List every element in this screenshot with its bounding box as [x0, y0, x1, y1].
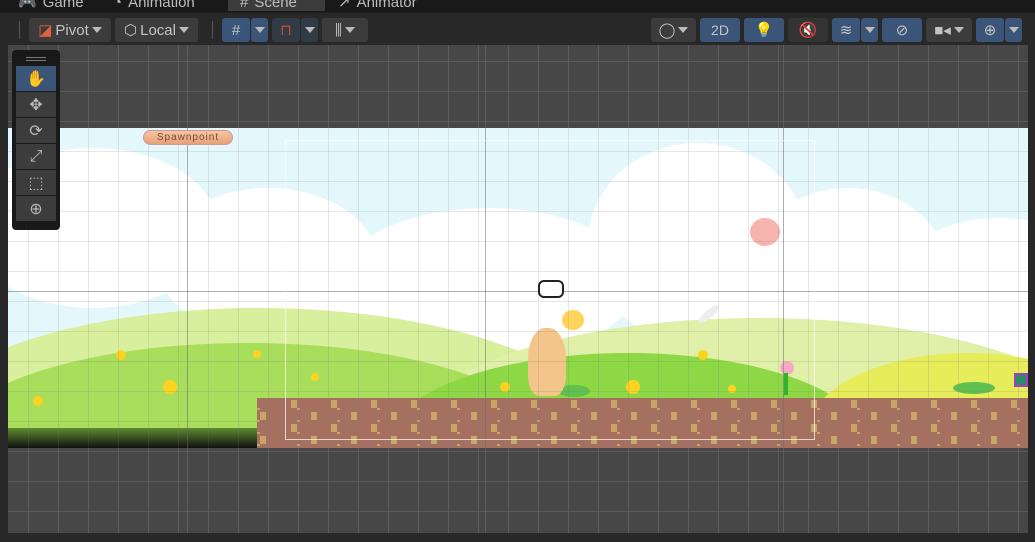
bottom-border: [0, 533, 1035, 542]
chevron-down-icon: [953, 27, 964, 33]
scene-visibility-toggle[interactable]: ⊘: [882, 18, 922, 42]
clock-icon: ◔: [113, 0, 123, 11]
shading-mode-dropdown[interactable]: ◯: [651, 18, 696, 42]
gizmos-dropdown[interactable]: [1005, 18, 1022, 42]
chevron-down-icon: [1008, 27, 1019, 33]
grid-y-icon: #: [231, 21, 241, 39]
tab-game[interactable]: 🎮 Game: [18, 0, 84, 11]
transform-icon: ⊕: [29, 200, 43, 218]
grid-snap-toggle[interactable]: #: [222, 18, 250, 42]
camera-dropdown[interactable]: ■◂: [926, 18, 972, 42]
camera-icon: ■◂: [934, 22, 951, 39]
grid-axis-line: [187, 45, 188, 533]
eye-slash-icon: ⊘: [895, 22, 909, 39]
grid-snap-dropdown[interactable]: [251, 18, 268, 42]
tool-palette: ✋ ✥ ⟳ ⤢ ⬚ ⊕: [12, 50, 60, 230]
scale-icon: ⤢: [29, 147, 43, 165]
ruler-icon: ⫼: [335, 21, 342, 39]
flower: [253, 350, 261, 358]
local-dropdown[interactable]: ⬡ Local: [115, 18, 198, 42]
tab-scene[interactable]: # Scene: [228, 0, 325, 11]
flower: [116, 350, 126, 360]
scene-viewport[interactable]: Spawnpoint: [8, 45, 1028, 533]
window-tab-bar: 🎮 Game ◔ Animation # Scene ↗ Animator: [0, 0, 1035, 12]
hash-icon: #: [240, 0, 249, 11]
rect-transform-icon: ⬚: [28, 174, 44, 192]
rect-tool[interactable]: ⬚: [16, 170, 56, 195]
lightbulb-icon: 💡: [754, 22, 774, 39]
flower: [163, 380, 177, 394]
chevron-down-icon: [178, 27, 189, 33]
mute-icon: 🔇: [798, 22, 818, 39]
right-border: [1028, 45, 1035, 542]
snap-toggle[interactable]: ⊓: [272, 18, 300, 42]
rotate-icon: ⟳: [29, 122, 43, 140]
flower: [33, 396, 43, 406]
effects-dropdown[interactable]: [861, 18, 878, 42]
tab-animator[interactable]: ↗ Animator: [338, 0, 417, 11]
scale-tool[interactable]: ⤢: [16, 144, 56, 169]
ground-shadow: [8, 428, 257, 448]
separator: [19, 21, 20, 39]
enemy-sprite[interactable]: [1014, 373, 1028, 387]
move-tool[interactable]: ✥: [16, 92, 56, 117]
chevron-down-icon: [344, 27, 355, 33]
chevron-down-icon: [304, 27, 315, 33]
hand-tool[interactable]: ✋: [16, 66, 56, 91]
sphere-icon: ◯: [658, 22, 676, 39]
gamepad-icon: 🎮: [18, 0, 37, 11]
animator-icon: ↗: [338, 0, 351, 11]
increment-snap-dropdown[interactable]: ⫼: [322, 18, 368, 42]
tab-animation[interactable]: ◔ Animation: [113, 0, 195, 11]
chevron-down-icon: [678, 27, 689, 33]
layers-icon: ≋: [839, 22, 853, 39]
chevron-down-icon: [91, 27, 102, 33]
snap-dropdown[interactable]: [301, 18, 318, 42]
separator: [212, 21, 213, 39]
gizmo-globe-icon: ⊕: [983, 22, 997, 39]
hand-icon: ✋: [26, 70, 46, 88]
chevron-down-icon: [254, 27, 265, 33]
move-arrows-icon: ✥: [29, 96, 43, 114]
lighting-toggle[interactable]: 💡: [744, 18, 784, 42]
transform-tool[interactable]: ⊕: [16, 196, 56, 221]
chevron-down-icon: [864, 27, 875, 33]
bush: [953, 382, 995, 394]
rotate-tool[interactable]: ⟳: [16, 118, 56, 143]
scene-toolbar: ◪ Pivot ⬡ Local # ⊓ ⫼ ◯ 2D 💡 🔇 ≋ ⊘ ■◂ ⊕: [0, 12, 1035, 45]
cube-icon: ⬡: [124, 22, 138, 39]
magnet-grid-icon: ⊓: [280, 22, 292, 39]
camera-gizmo-icon[interactable]: [538, 280, 564, 298]
palette-drag-handle[interactable]: [26, 57, 46, 61]
audio-toggle[interactable]: 🔇: [788, 18, 828, 42]
2d-toggle[interactable]: 2D: [700, 18, 740, 42]
pivot-icon: ◪: [38, 22, 53, 39]
left-border: [0, 45, 8, 542]
pivot-dropdown[interactable]: ◪ Pivot: [29, 18, 111, 42]
spawnpoint-label[interactable]: Spawnpoint: [143, 130, 233, 145]
gizmos-toggle[interactable]: ⊕: [976, 18, 1004, 42]
effects-toggle[interactable]: ≋: [832, 18, 860, 42]
